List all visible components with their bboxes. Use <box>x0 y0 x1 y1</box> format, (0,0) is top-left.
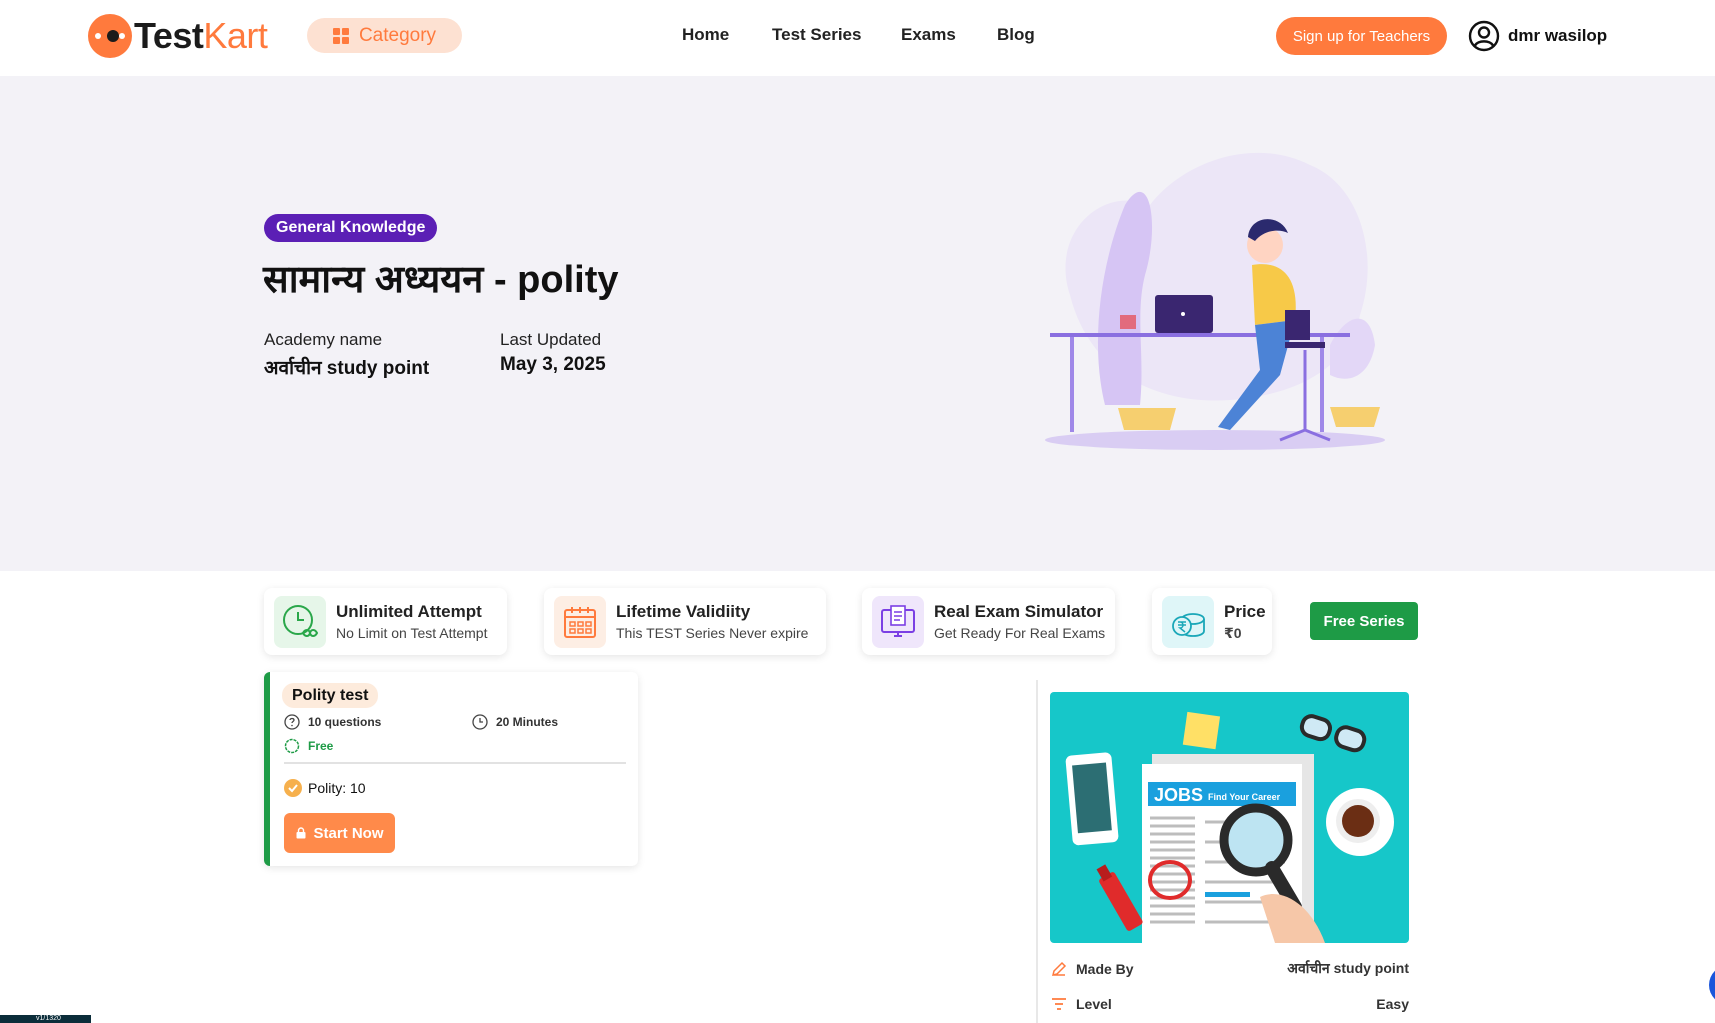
price-value: ₹0 <box>1224 624 1242 641</box>
hero-section <box>0 76 1715 571</box>
feature-title: Price <box>1224 601 1266 621</box>
feature-subtitle: No Limit on Test Attempt <box>336 625 488 641</box>
made-by-row: Made By अर्वाचीन study point <box>1050 959 1409 978</box>
monitor-exam-icon <box>872 595 924 648</box>
duration-text: 20 Minutes <box>496 715 559 729</box>
feature-subtitle: This TEST Series Never expire <box>616 625 809 641</box>
price-tag: Free <box>284 738 333 754</box>
topic-text: Polity: 10 <box>308 780 366 796</box>
grid-icon <box>332 27 349 44</box>
start-now-button[interactable]: Start Now <box>284 813 395 853</box>
feature-title: Real Exam Simulator <box>934 602 1104 621</box>
logo-text: TestKart <box>134 15 268 56</box>
start-now-label: Start Now <box>313 824 384 842</box>
question-circle-icon <box>284 714 300 730</box>
version-tag: v1/1320 <box>0 1015 91 1023</box>
level-label: Level <box>1076 996 1112 1012</box>
user-menu[interactable]: dmr wasilop <box>1468 20 1607 52</box>
updated-value: May 3, 2025 <box>500 354 606 375</box>
signup-teachers-button[interactable]: Sign up for Teachers <box>1276 17 1447 55</box>
topic-row: Polity: 10 <box>284 779 366 797</box>
questions-text: 10 questions <box>308 715 382 729</box>
rupee-coin-icon <box>1162 595 1214 648</box>
feature-title: Unlimited Attempt <box>336 602 482 621</box>
level-row: Level Easy <box>1050 995 1409 1013</box>
unlimited-clock-icon <box>274 595 326 648</box>
nav-home[interactable]: Home <box>682 25 729 45</box>
made-by-value: अर्वाचीन study point <box>1287 960 1409 976</box>
nav-exams[interactable]: Exams <box>901 25 956 45</box>
divider <box>284 762 626 764</box>
category-label: Category <box>358 24 437 46</box>
check-circle-icon <box>284 779 302 797</box>
hero-illustration <box>1045 152 1385 450</box>
filter-lines-icon <box>1052 998 1066 1010</box>
academy-label: Academy name <box>264 330 383 349</box>
logo-mark-icon <box>88 14 132 58</box>
test-name: Polity test <box>282 683 379 708</box>
pencil-icon <box>1051 961 1067 976</box>
feature-title: Lifetime Validiity <box>616 602 751 621</box>
category-badge: General Knowledge <box>264 214 438 242</box>
feature-unlimited-attempt: Unlimited Attempt No Limit on Test Attem… <box>264 588 507 655</box>
price-tag-text: Free <box>308 739 334 753</box>
user-name: dmr wasilop <box>1508 26 1608 45</box>
series-info-card: JOBS Find Your Career Made By अर्वाचीन s… <box>1036 680 1421 1023</box>
questions-count: 10 questions <box>284 714 381 730</box>
level-value: Easy <box>1376 996 1409 1012</box>
top-header: TestKart Category Home Test Series Exams… <box>0 0 1715 76</box>
nav-test-series[interactable]: Test Series <box>772 25 861 45</box>
nav-blog[interactable]: Blog <box>997 25 1035 45</box>
feature-price: Price ₹0 <box>1152 588 1272 655</box>
category-button[interactable]: Category <box>307 18 462 53</box>
made-by-label: Made By <box>1076 960 1134 977</box>
academy-value: अर्वाचीन study point <box>264 358 430 379</box>
feature-real-exam-simulator: Real Exam Simulator Get Ready For Real E… <box>862 588 1115 655</box>
updated-label: Last Updated <box>500 330 602 349</box>
page-title: सामान्य अध्ययन - polity <box>263 259 619 301</box>
cover-headline: JOBS <box>1154 785 1203 805</box>
feature-subtitle: Get Ready For Real Exams <box>934 625 1106 641</box>
lock-icon <box>296 827 306 839</box>
free-badge-icon <box>284 738 300 754</box>
testkart-logo[interactable]: TestKart <box>88 14 268 58</box>
calendar-icon <box>554 595 606 648</box>
cover-tagline: Find Your Career <box>1208 792 1281 802</box>
free-series-button[interactable]: Free Series <box>1310 602 1418 640</box>
user-circle-icon <box>1468 20 1500 52</box>
feature-lifetime-validity: Lifetime Validiity This TEST Series Neve… <box>544 588 826 655</box>
series-cover-image: JOBS Find Your Career <box>1050 692 1409 943</box>
duration: 20 Minutes <box>472 714 558 730</box>
clock-icon <box>472 714 488 730</box>
chat-help-button[interactable] <box>1709 965 1715 1005</box>
test-card: Polity test 10 questions 20 Minutes Free… <box>264 672 638 866</box>
